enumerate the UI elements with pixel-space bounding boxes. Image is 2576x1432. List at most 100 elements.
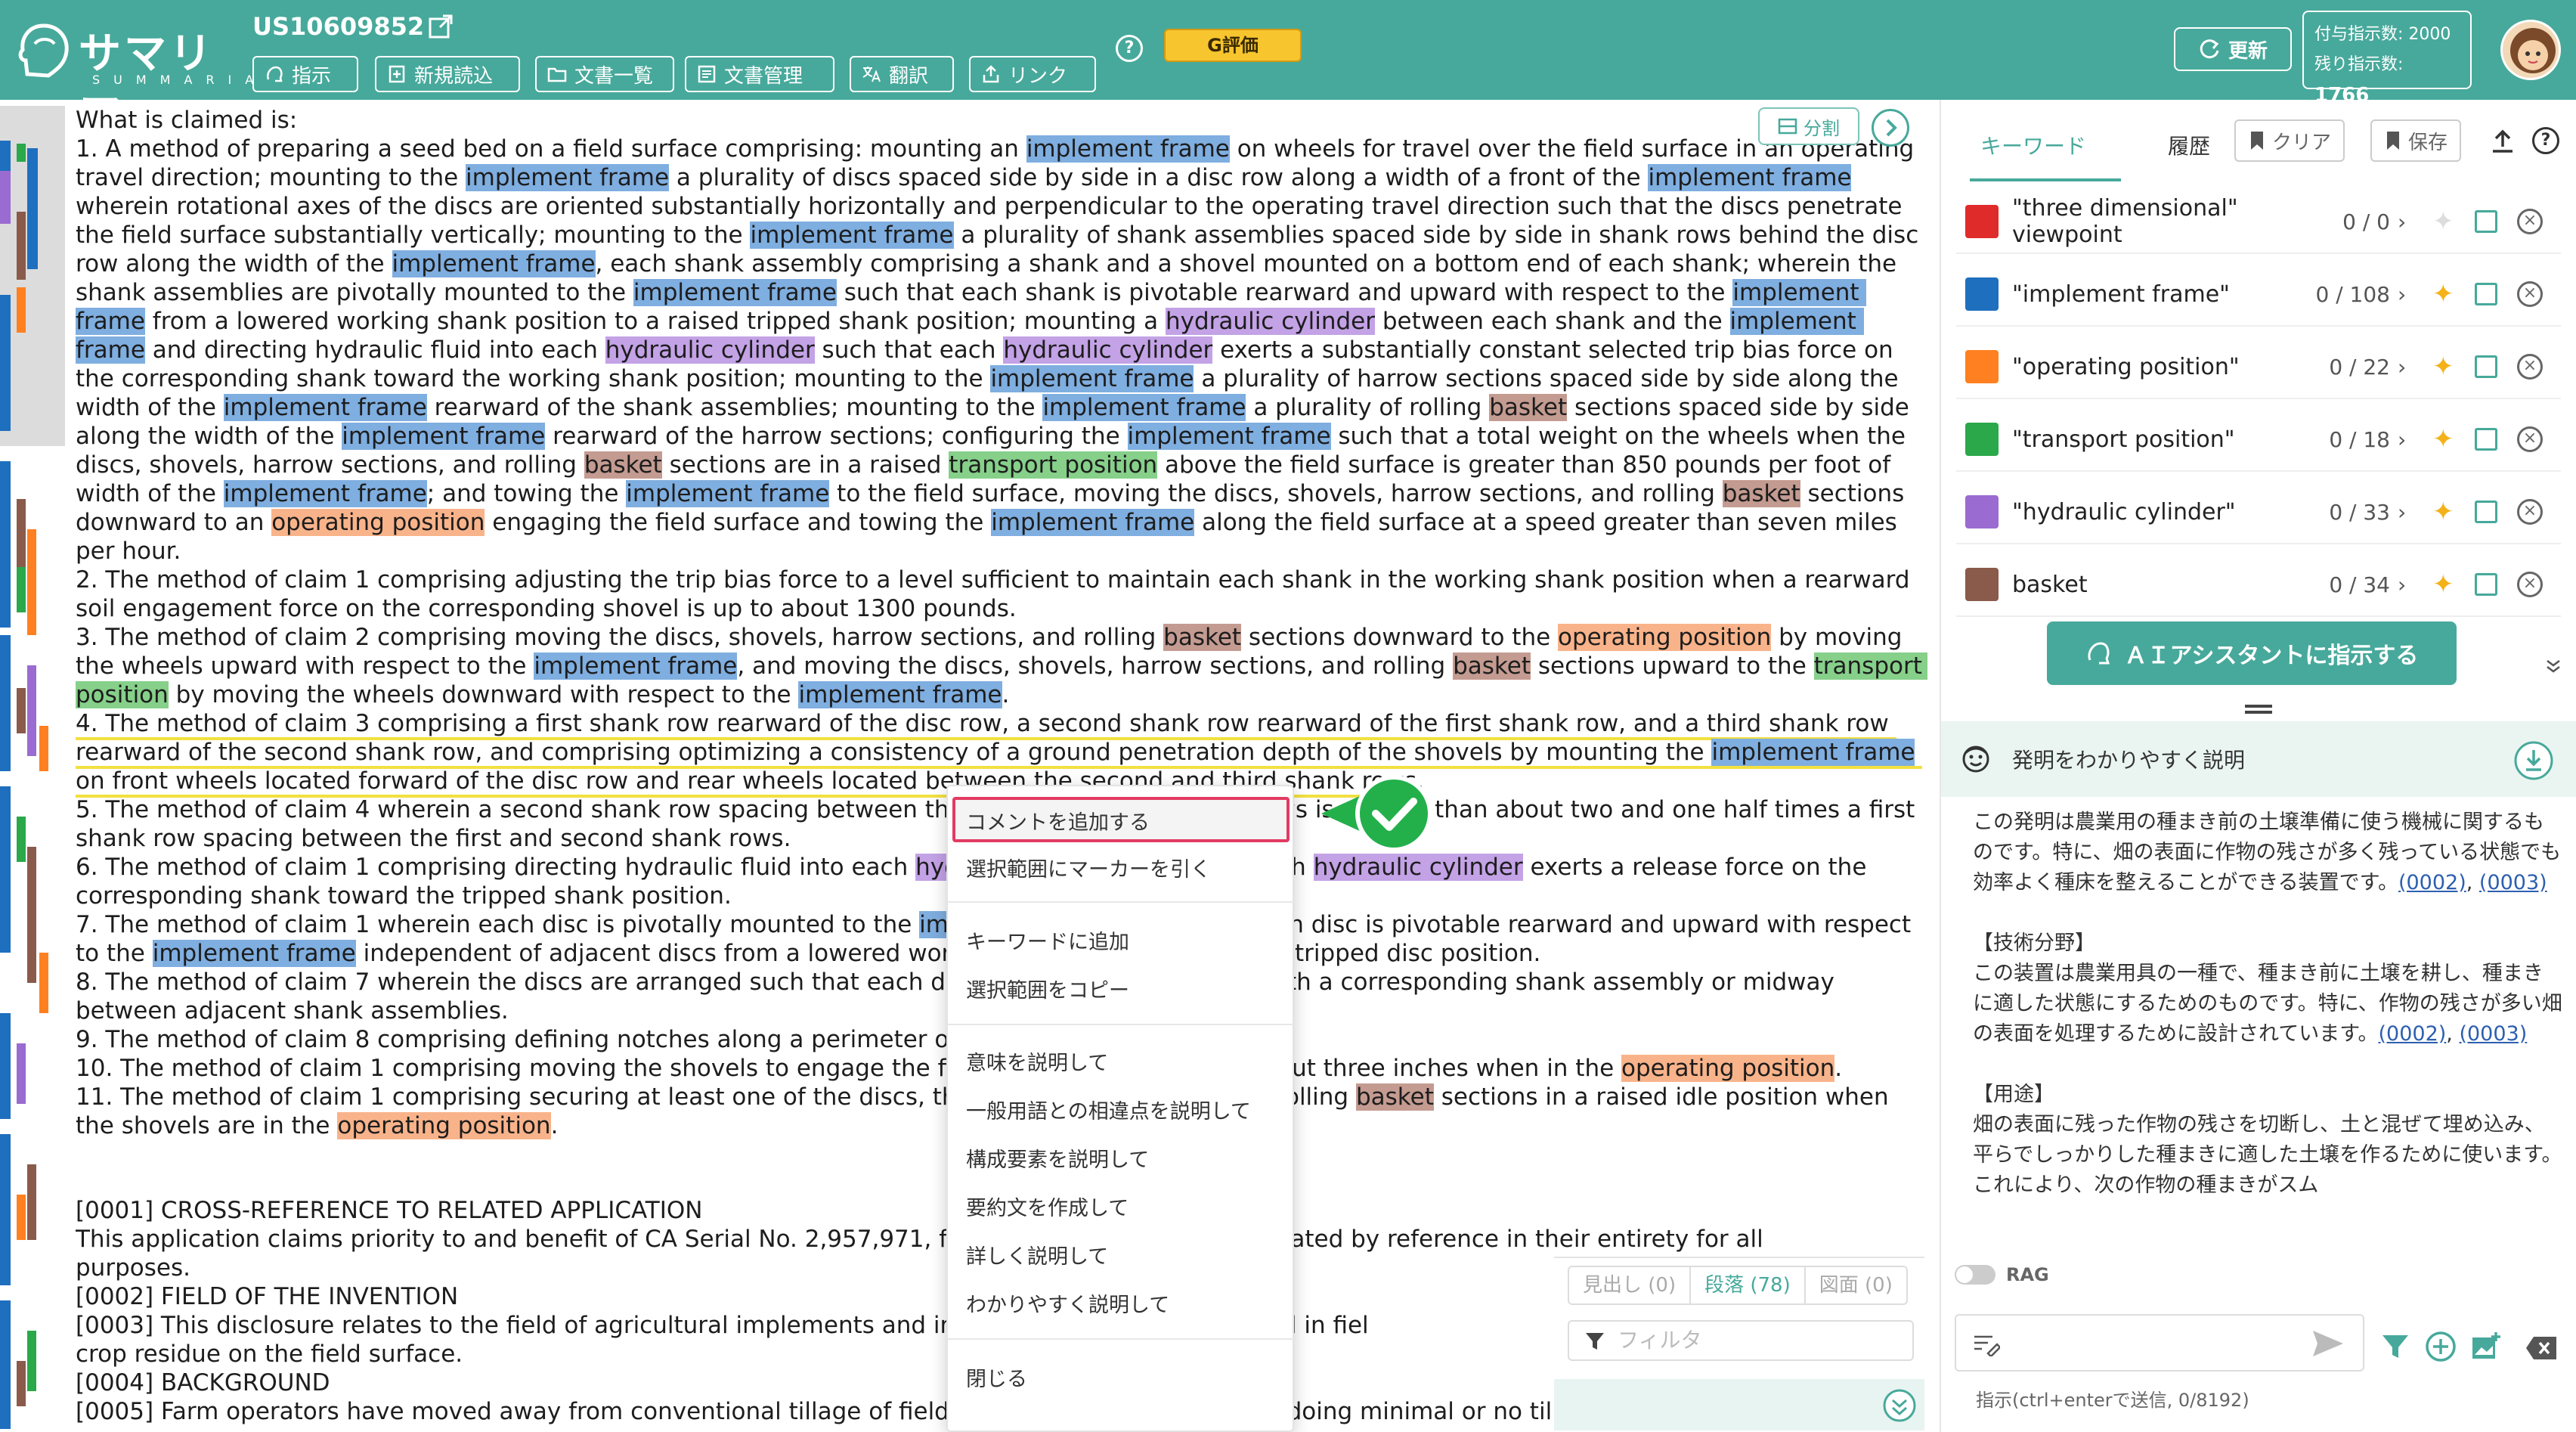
menu-explain-components[interactable]: 構成要素を説明して <box>966 1143 1149 1173</box>
next-chevron-icon[interactable]: › <box>2398 355 2420 380</box>
keyword-color-swatch[interactable] <box>1965 277 1999 311</box>
keyword-row[interactable]: "transport position" 0 / 18 › ✦ × <box>1956 408 2561 472</box>
keyword-checkbox[interactable] <box>2475 210 2497 233</box>
instruct-button[interactable]: 指示 <box>252 56 358 92</box>
translate-icon <box>862 67 881 82</box>
add-document-icon <box>389 65 405 83</box>
reference-link[interactable]: (0002) <box>2379 1022 2447 1046</box>
paragraph-search-panel: 見出し (0) 段落 (78) 図面 (0) フィルタ <box>1554 1257 1924 1430</box>
update-button[interactable]: 更新 <box>2174 27 2292 71</box>
menu-explain-difference[interactable]: 一般用語との相違点を説明して <box>966 1095 1251 1124</box>
keyword-row[interactable]: basket 0 / 34 › ✦ × <box>1956 553 2561 617</box>
new-load-button[interactable]: 新規読込 <box>375 56 520 92</box>
menu-add-marker[interactable]: 選択範囲にマーカーを引く <box>966 853 1211 882</box>
keyword-row[interactable]: "operating position" 0 / 22 › ✦ × <box>1956 336 2561 399</box>
sparkle-icon[interactable]: ✦ <box>2432 497 2463 527</box>
add-image-icon[interactable] <box>2470 1331 2502 1362</box>
keyword-checkbox[interactable] <box>2475 573 2497 596</box>
reference-link[interactable]: (0003) <box>2479 871 2547 894</box>
remove-keyword-icon[interactable]: × <box>2517 426 2543 452</box>
tab-figures[interactable]: 図面 (0) <box>1806 1267 1906 1303</box>
keyword-checkbox[interactable] <box>2475 428 2497 451</box>
next-chevron-icon[interactable]: › <box>2398 427 2420 452</box>
keyword-color-swatch[interactable] <box>1965 495 1999 528</box>
avatar[interactable] <box>2500 20 2561 80</box>
remove-keyword-icon[interactable]: × <box>2517 209 2543 234</box>
menu-add-keyword[interactable]: キーワードに追加 <box>966 925 1129 955</box>
menu-add-comment[interactable]: コメントを追加する <box>966 806 1150 835</box>
sparkle-icon[interactable]: ✦ <box>2432 569 2463 600</box>
resize-handle[interactable] <box>2245 705 2272 714</box>
para-0001: [0001] CROSS-REFERENCE TO RELATED APPLIC… <box>76 1197 703 1224</box>
tab-paragraphs[interactable]: 段落 (78) <box>1691 1267 1806 1303</box>
menu-divider <box>948 901 1296 903</box>
summaria-logo[interactable]: サマリア SUMMARIA <box>14 14 253 140</box>
send-icon[interactable] <box>2311 1329 2345 1358</box>
rag-toggle[interactable] <box>1955 1265 1995 1285</box>
remove-keyword-icon[interactable]: × <box>2517 281 2543 307</box>
upload-icon[interactable] <box>2490 129 2516 154</box>
keyword-color-swatch[interactable] <box>1965 568 1999 601</box>
keyword-checkbox[interactable] <box>2475 501 2497 523</box>
keyword-row[interactable]: "implement frame" 0 / 108 › ✦ × <box>1956 263 2561 327</box>
instruction-input[interactable] <box>1955 1314 2364 1372</box>
tab-headings[interactable]: 見出し (0) <box>1569 1267 1692 1303</box>
next-chevron-icon[interactable]: › <box>2398 572 2420 597</box>
remove-keyword-icon[interactable]: × <box>2517 572 2543 597</box>
edit-lines-icon <box>1974 1335 2000 1356</box>
split-button[interactable]: 分割 <box>1758 107 1859 145</box>
collapse-chevron-icon[interactable] <box>1882 1388 1917 1423</box>
add-circle-icon[interactable] <box>2425 1331 2457 1362</box>
sparkle-icon[interactable]: ✦ <box>2432 424 2463 454</box>
keyword-checkbox[interactable] <box>2475 283 2497 305</box>
keyword-checkbox[interactable] <box>2475 355 2497 378</box>
sparkle-icon[interactable]: ✦ <box>2432 206 2463 237</box>
remove-keyword-icon[interactable]: × <box>2517 499 2543 525</box>
logo-head-icon <box>18 23 69 78</box>
claims-heading: What is claimed is: <box>76 107 298 134</box>
menu-create-summary[interactable]: 要約文を作成して <box>966 1192 1129 1221</box>
next-chevron-icon[interactable]: › <box>2398 500 2420 525</box>
sparkle-icon[interactable]: ✦ <box>2432 352 2463 382</box>
external-link-icon[interactable] <box>428 14 454 39</box>
clear-input-icon[interactable] <box>2525 1335 2558 1361</box>
tab-history[interactable]: 履歴 <box>2168 130 2210 160</box>
keyword-color-swatch[interactable] <box>1965 423 1999 456</box>
document-management-button[interactable]: 文書管理 <box>685 56 834 92</box>
g-evaluation-button[interactable]: G評価 <box>1164 29 1302 62</box>
explanation-header: 発明をわかりやすく説明 <box>1941 721 2576 797</box>
sparkle-icon[interactable]: ✦ <box>2432 279 2463 309</box>
document-list-button[interactable]: 文書一覧 <box>535 56 674 92</box>
help-icon[interactable]: ? <box>2532 127 2559 154</box>
remove-keyword-icon[interactable]: × <box>2517 354 2543 380</box>
instruction-hint: 指示(ctrl+enterで送信, 0/8192) <box>1976 1390 2249 1411</box>
menu-copy-selection[interactable]: 選択範囲をコピー <box>966 974 1129 1003</box>
para-0004: [0004] BACKGROUND <box>76 1369 330 1396</box>
save-button[interactable]: 保存 <box>2370 119 2462 162</box>
reference-link[interactable]: (0002) <box>2398 871 2466 894</box>
translate-button[interactable]: 翻訳 <box>850 56 954 92</box>
share-upload-icon <box>983 65 999 83</box>
next-chevron-icon[interactable]: › <box>2398 282 2420 307</box>
download-icon[interactable] <box>2514 741 2553 780</box>
expand-right-icon[interactable] <box>1872 109 1909 147</box>
menu-close[interactable]: 閉じる <box>966 1362 1027 1392</box>
help-icon[interactable]: ? <box>1116 35 1143 62</box>
menu-explain-simple[interactable]: わかりやすく説明して <box>966 1288 1169 1318</box>
keyword-row[interactable]: "three dimensional" viewpoint 0 / 0 › ✦ … <box>1956 191 2561 254</box>
collapse-chevron-icon[interactable] <box>2543 655 2564 676</box>
link-button[interactable]: リンク <box>969 56 1096 92</box>
ai-assistant-button[interactable]: ＡＩアシスタントに指示する <box>2047 621 2457 685</box>
keyword-color-swatch[interactable] <box>1965 350 1999 383</box>
keyword-position-gutter[interactable] <box>0 106 65 1429</box>
reference-link[interactable]: (0003) <box>2459 1022 2527 1046</box>
document-id: US10609852 <box>252 12 425 41</box>
menu-explain-meaning[interactable]: 意味を説明して <box>966 1046 1108 1076</box>
keyword-row[interactable]: "hydraulic cylinder" 0 / 33 › ✦ × <box>1956 481 2561 544</box>
filter-icon[interactable] <box>2381 1332 2410 1361</box>
filter-input[interactable]: フィルタ <box>1568 1320 1914 1361</box>
menu-explain-detail[interactable]: 詳しく説明して <box>966 1240 1108 1269</box>
keyword-color-swatch[interactable] <box>1965 205 1999 238</box>
clear-button[interactable]: クリア <box>2234 119 2345 162</box>
tab-keywords[interactable]: キーワード <box>1980 130 2086 160</box>
